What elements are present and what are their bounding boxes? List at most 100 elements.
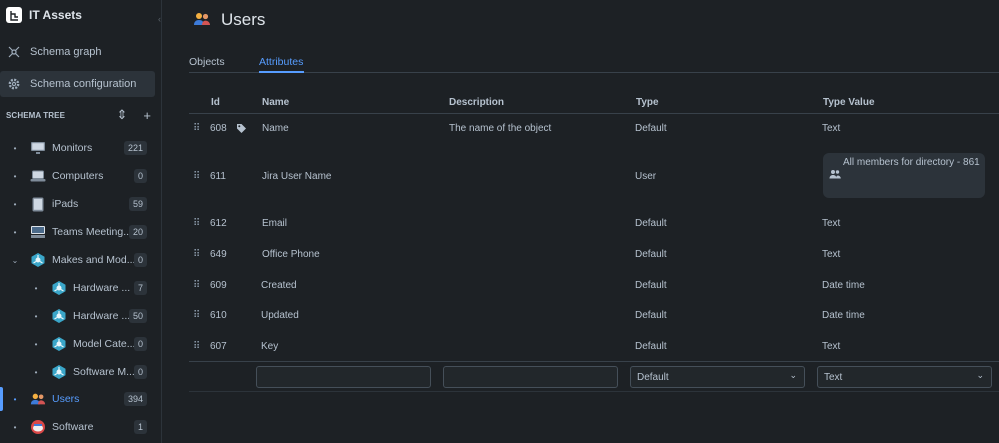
tree-item-label: Software — [52, 421, 94, 433]
tree-item-makes-and-models[interactable]: ⌄ Makes and Mod... 0 — [10, 247, 147, 273]
app-logo-icon — [6, 7, 22, 23]
chevron-down-icon[interactable]: ⌄ — [10, 256, 20, 265]
new-attribute-type-value-value: Text — [824, 371, 843, 383]
cell-type: Default — [635, 310, 667, 321]
tree-item-software-models[interactable]: • Software M... 0 — [31, 359, 147, 385]
tree-item-label: Computers — [52, 170, 104, 182]
laptop-icon — [30, 168, 46, 184]
tree-item-hardware-1[interactable]: • Hardware ... 7 — [31, 275, 147, 301]
cell-name: Name — [262, 123, 289, 134]
cell-type: Default — [635, 249, 667, 260]
network-icon — [51, 336, 67, 352]
app-header[interactable]: IT Assets — [6, 6, 82, 24]
network-icon — [51, 280, 67, 296]
drag-handle-icon[interactable]: ⠿ — [193, 310, 200, 321]
cell-type: Default — [635, 123, 667, 134]
nav-schema-configuration[interactable]: Schema configuration — [0, 71, 155, 97]
count-badge: 20 — [128, 225, 147, 239]
tab-attributes[interactable]: Attributes — [259, 56, 303, 68]
cell-type: Default — [635, 341, 667, 352]
tree-item-label: iPads — [52, 198, 79, 210]
cell-type-value: Text — [822, 249, 841, 260]
count-badge: 1 — [133, 420, 147, 434]
tablet-icon — [30, 196, 46, 212]
tab-bar: Objects Attributes — [189, 52, 999, 73]
tree-item-label: Monitors — [52, 142, 93, 154]
selected-indicator — [0, 387, 3, 411]
cell-type: Default — [635, 218, 667, 229]
nav-schema-graph-label: Schema graph — [30, 46, 102, 58]
tree-item-model-categories[interactable]: • Model Cate... 0 — [31, 331, 147, 357]
users-icon — [193, 12, 211, 29]
nav-schema-graph[interactable]: Schema graph — [0, 39, 155, 65]
schema-tree-label: SCHEMA TREE — [6, 110, 66, 120]
tree-item-label: Users — [52, 393, 80, 405]
software-icon — [30, 419, 46, 435]
cell-name: Created — [261, 280, 297, 291]
count-badge: 59 — [128, 197, 147, 211]
users-icon — [30, 391, 46, 407]
new-attribute-type-value-select[interactable]: Text ⌄ — [817, 366, 992, 388]
active-tab-indicator — [259, 71, 304, 73]
new-attribute-description-input[interactable] — [443, 366, 618, 388]
gear-icon — [6, 76, 22, 92]
network-icon — [30, 252, 46, 268]
count-badge: 7 — [133, 281, 147, 295]
count-badge: 0 — [133, 253, 147, 267]
drag-handle-icon[interactable]: ⠿ — [193, 280, 200, 291]
new-attribute-name-input[interactable] — [256, 366, 431, 388]
cell-type-value: Date time — [822, 310, 865, 321]
schema-graph-icon — [6, 44, 22, 60]
cell-id: 609 — [210, 280, 227, 291]
cell-id: 611 — [210, 171, 226, 182]
count-badge: 0 — [133, 169, 147, 183]
count-badge: 0 — [133, 365, 147, 379]
network-icon — [51, 308, 67, 324]
drag-handle-icon[interactable]: ⠿ — [193, 218, 200, 229]
sidebar: IT Assets ‹ Schema graph Schema configur… — [0, 0, 162, 443]
tree-item-label: Makes and Mod... — [52, 254, 136, 266]
tree-item-label: Hardware ... — [73, 310, 131, 322]
monitor-icon — [30, 140, 46, 156]
type-value-group-badge: All members for directory - 861 — [823, 153, 985, 198]
cell-id: 649 — [210, 249, 227, 260]
tree-item-software[interactable]: • Software 1 — [10, 414, 147, 440]
cell-type-value: Text — [822, 123, 841, 134]
cell-type-value: Text — [822, 341, 841, 352]
collapse-sidebar-icon[interactable]: ‹ — [158, 14, 161, 24]
column-header-type-value: Type Value — [823, 97, 875, 108]
tab-objects[interactable]: Objects — [189, 56, 225, 68]
drag-handle-icon[interactable]: ⠿ — [193, 341, 200, 352]
tree-item-teams-meeting[interactable]: • Teams Meeting... 20 — [10, 219, 147, 245]
meeting-device-icon — [30, 224, 46, 240]
expand-collapse-icon[interactable]: ⇕ — [117, 107, 128, 123]
drag-handle-icon[interactable]: ⠿ — [193, 123, 200, 134]
tag-icon — [236, 123, 247, 137]
cell-id: 612 — [210, 218, 227, 229]
nav-schema-configuration-label: Schema configuration — [30, 78, 137, 90]
add-icon[interactable]: + — [143, 108, 151, 123]
tree-item-label: Model Cate... — [73, 338, 136, 350]
group-icon — [829, 169, 841, 182]
column-header-name: Name — [262, 97, 290, 108]
app-title: IT Assets — [29, 8, 82, 22]
new-attribute-type-select[interactable]: Default ⌄ — [630, 366, 805, 388]
cell-name: Updated — [261, 310, 299, 321]
tree-item-users[interactable]: • Users 394 — [10, 386, 147, 412]
tree-item-monitors[interactable]: • Monitors 221 — [10, 135, 147, 161]
drag-handle-icon[interactable]: ⠿ — [193, 249, 200, 260]
schema-tree-header: SCHEMA TREE ⇕ + — [6, 107, 151, 123]
chevron-down-icon: ⌄ — [789, 370, 797, 380]
cell-id: 608 — [210, 123, 227, 134]
main-content: Users Objects Attributes Id Name Descrip… — [163, 0, 999, 443]
tree-item-label: Software M... — [73, 366, 135, 378]
drag-handle-icon[interactable]: ⠿ — [193, 171, 200, 182]
tree-item-label: Hardware ... — [73, 282, 131, 294]
cell-name: Office Phone — [262, 249, 320, 260]
tree-item-computers[interactable]: • Computers 0 — [10, 163, 147, 189]
cell-id: 607 — [210, 341, 227, 352]
tree-item-ipads[interactable]: • iPads 59 — [10, 191, 147, 217]
cell-type-value: Date time — [822, 280, 865, 291]
column-header-type: Type — [636, 97, 659, 108]
tree-item-hardware-2[interactable]: • Hardware ... 50 — [31, 303, 147, 329]
